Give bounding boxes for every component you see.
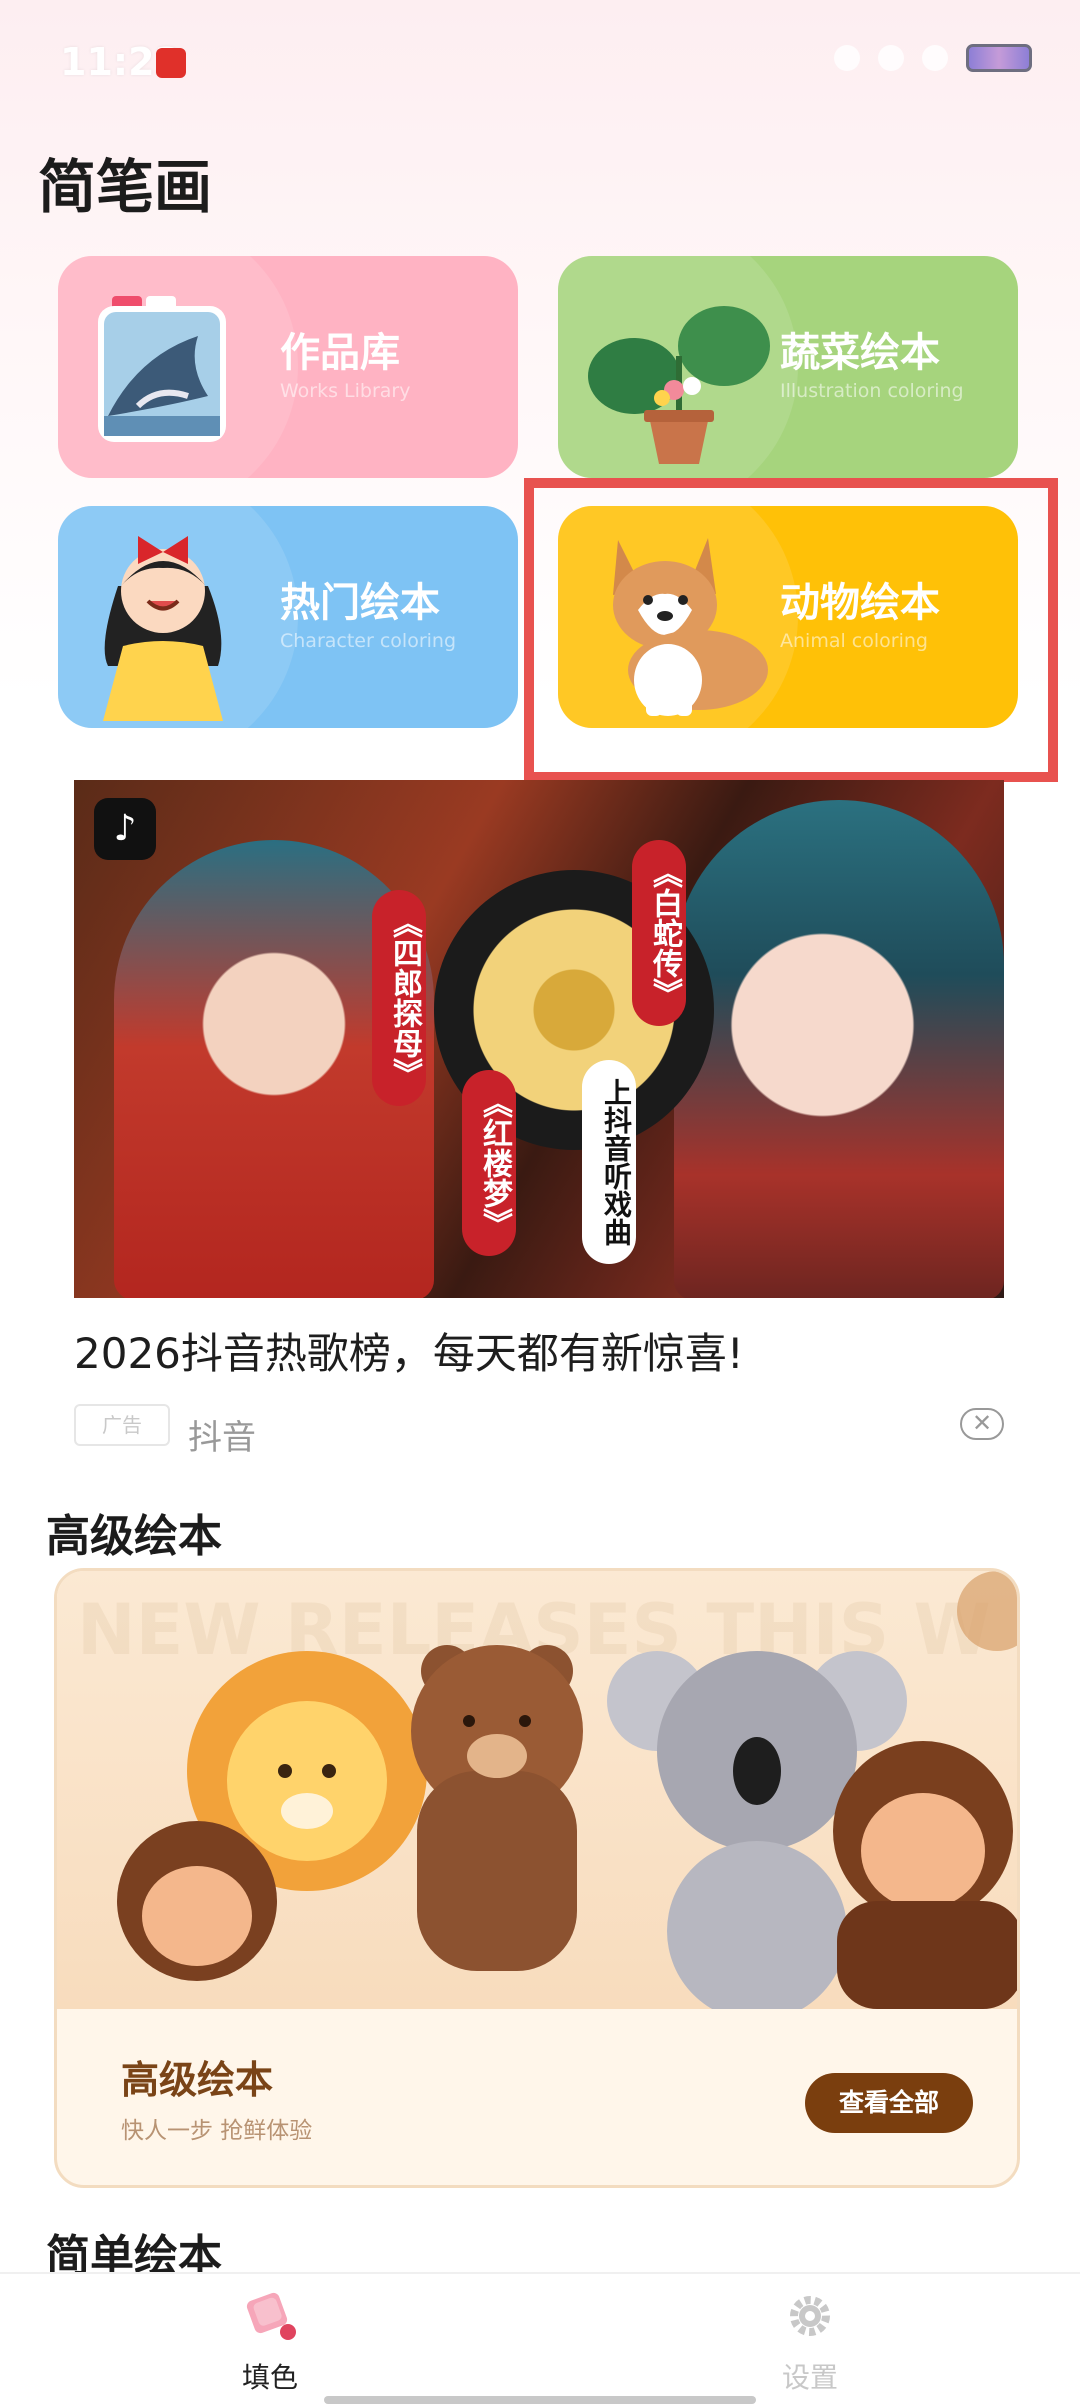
category-subtitle: Character coloring <box>280 630 457 652</box>
opera-performer-right <box>674 800 1004 1298</box>
category-card-works-library[interactable]: 作品库 Works Library <box>58 256 518 478</box>
ad-tag: 《四郎探母》 <box>372 890 426 1106</box>
ad-title[interactable]: 2026抖音热歌榜，每天都有新惊喜! <box>74 1320 744 1381</box>
category-subtitle: Illustration coloring <box>780 380 964 402</box>
close-ad-icon[interactable]: ✕ <box>960 1408 1004 1440</box>
ad-source: 抖音 <box>188 1418 256 1458</box>
home-indicator[interactable] <box>324 2396 756 2404</box>
signal-icon <box>878 45 904 71</box>
ad-banner-image[interactable]: 《四郎探母》 《白蛇传》 《红楼梦》 上抖音听戏曲 ♪ <box>74 780 1004 1298</box>
advanced-book-card[interactable]: NEW RELEASES THIS W 高级绘本 快人一步 抢鲜体验 查看全部 <box>54 1568 1020 2188</box>
category-card-hot[interactable]: 热门绘本 Character coloring <box>58 506 518 728</box>
advanced-card-subtitle: 快人一步 抢鲜体验 <box>121 2118 313 2144</box>
app-notification-icon <box>156 48 186 78</box>
girl-character-icon <box>103 536 223 721</box>
advanced-card-title: 高级绘本 <box>121 2058 274 2102</box>
tiktok-logo-icon: ♪ <box>94 798 156 860</box>
wifi-icon <box>922 45 948 71</box>
ad-tag: 《白蛇传》 <box>632 840 686 1026</box>
status-icons <box>834 44 1032 72</box>
ad-tag: 上抖音听戏曲 <box>582 1060 636 1264</box>
category-card-vegetable[interactable]: 蔬菜绘本 Illustration coloring <box>558 256 1018 478</box>
bottom-nav: 填色 设置 <box>0 2272 1080 2408</box>
category-name: 蔬菜绘本 <box>780 330 940 376</box>
plant-pot-icon <box>588 306 770 464</box>
animal-illustration: NEW RELEASES THIS W <box>57 1571 1017 2009</box>
category-name: 作品库 <box>280 330 400 376</box>
paint-bucket-icon <box>246 2292 296 2340</box>
animals-group-icon <box>117 1571 1017 2009</box>
nav-tab-coloring[interactable]: 填色 <box>200 2288 340 2396</box>
battery-icon <box>966 44 1032 72</box>
selection-highlight <box>524 478 1058 782</box>
section-heading-advanced: 高级绘本 <box>46 1511 222 1562</box>
nav-tab-settings[interactable]: 设置 <box>740 2288 880 2396</box>
status-bar: 11:23 <box>0 0 1080 120</box>
view-all-button[interactable]: 查看全部 <box>805 2073 973 2133</box>
gear-icon <box>790 2296 830 2336</box>
category-subtitle: Works Library <box>280 380 411 402</box>
page-title: 简笔画 <box>38 153 213 221</box>
nav-label: 填色 <box>241 2361 298 2394</box>
category-name: 热门绘本 <box>280 580 440 626</box>
ad-label-badge: 广告 <box>74 1404 170 1446</box>
ad-tag: 《红楼梦》 <box>462 1070 516 1256</box>
nav-label: 设置 <box>781 2361 838 2394</box>
mute-icon <box>834 45 860 71</box>
whale-thumbnail-icon <box>98 296 226 442</box>
